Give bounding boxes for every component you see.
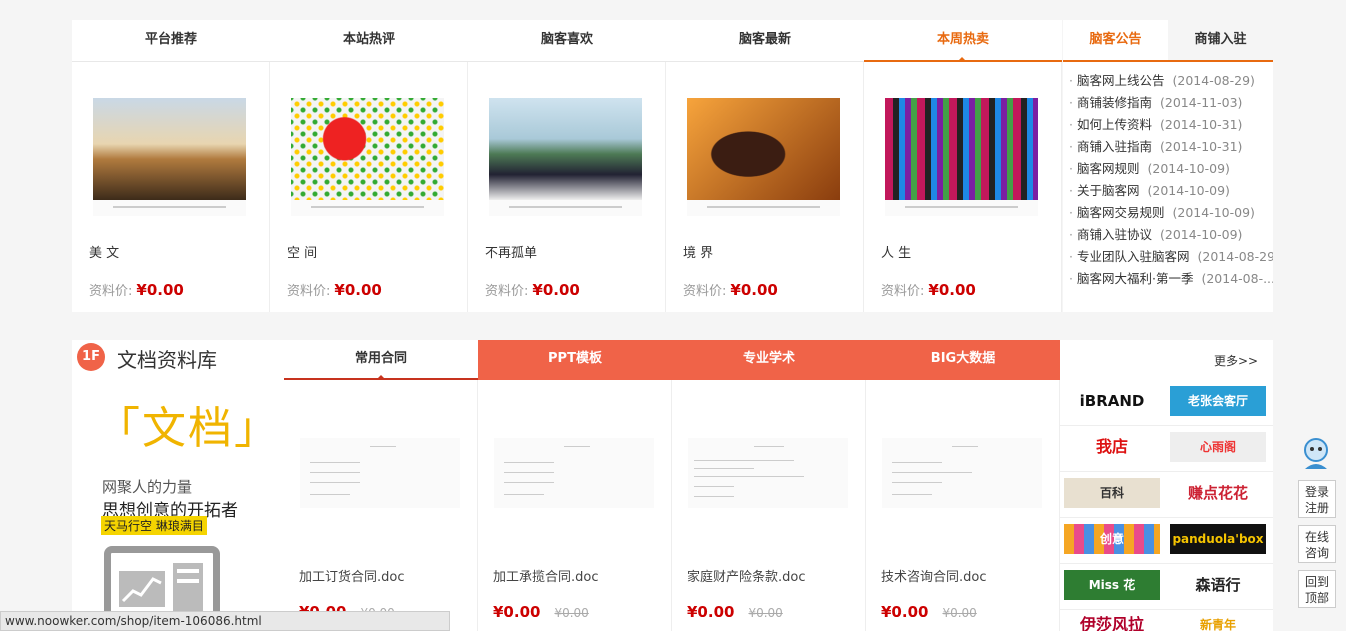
document-card[interactable]: 家庭财产险条款.doc ¥0.00 ¥0.00	[672, 380, 866, 631]
product-card[interactable]: 空 间 资料价: ¥0.00	[270, 62, 468, 312]
product-card[interactable]: 不再孤单 资料价: ¥0.00	[468, 62, 666, 312]
tab-user-likes[interactable]: 脑客喜欢	[468, 20, 666, 62]
document-card[interactable]: 加工订货合同.doc ¥0.00¥0.00	[284, 380, 478, 631]
tab-big-data[interactable]: BIG大数据	[866, 340, 1060, 380]
tab-announcements[interactable]: 脑客公告	[1063, 20, 1168, 60]
brand-logo[interactable]: 森语行	[1170, 570, 1266, 600]
login-register-button[interactable]: 登录 注册	[1298, 480, 1336, 518]
brand-logo[interactable]: Miss 花	[1064, 570, 1160, 600]
notice-list: · 脑客网上线公告 (2014-08-29) · 商铺装修指南 (2014-11-03)…	[1063, 62, 1273, 290]
browser-status-bar: www.noowker.com/shop/item-106086.html	[0, 611, 450, 631]
document-card[interactable]: 加工承揽合同.doc ¥0.00 ¥0.00	[478, 380, 672, 631]
document-price: ¥0.00¥0.00	[687, 603, 783, 621]
product-image[interactable]	[885, 98, 1038, 216]
promo-headline: 「文档」	[96, 403, 280, 454]
promo-line: 网聚人的力量	[102, 478, 193, 496]
notice-item[interactable]: · 如何上传资料 (2014-10-31)	[1069, 114, 1273, 136]
product-price: 资料价: ¥0.00	[287, 281, 382, 299]
product-image[interactable]	[291, 98, 444, 216]
document-thumbnail[interactable]	[688, 438, 848, 508]
tab-ppt-templates[interactable]: PPT模板	[478, 340, 672, 380]
floor-title: 文档资料库	[117, 348, 217, 372]
notice-item[interactable]: · 关于脑客网 (2014-10-09)	[1069, 180, 1273, 202]
document-card[interactable]: 技术咨询合同.doc ¥0.00 ¥0.00	[866, 380, 1060, 631]
promo-tagline: 天马行空 琳琅满目	[101, 516, 207, 535]
tab-shop-entry[interactable]: 商铺入驻	[1168, 20, 1273, 60]
notice-item[interactable]: · 脑客网规则 (2014-10-09)	[1069, 158, 1273, 180]
document-name[interactable]: 家庭财产险条款.doc	[687, 566, 806, 585]
tab-contracts[interactable]: 常用合同	[284, 340, 478, 380]
top-tab-bar: 平台推荐 本站热评 脑客喜欢 脑客最新 本周热卖	[72, 20, 1062, 62]
document-price: ¥0.00¥0.00	[881, 603, 977, 621]
more-link[interactable]: 更多>>	[1214, 352, 1258, 369]
document-thumbnail[interactable]	[300, 438, 460, 508]
brand-logo[interactable]: 伊莎风拉	[1064, 610, 1160, 631]
brand-logo[interactable]: 赚点花花	[1170, 478, 1266, 508]
notice-item[interactable]: · 脑客网交易规则 (2014-10-09)	[1069, 202, 1273, 224]
product-price: 资料价: ¥0.00	[881, 281, 976, 299]
product-card[interactable]: 境 界 资料价: ¥0.00	[666, 62, 864, 312]
brand-logo[interactable]: 我店	[1064, 432, 1160, 462]
product-name[interactable]: 人 生	[881, 242, 911, 261]
notice-panel: 脑客公告 商铺入驻 · 脑客网上线公告 (2014-08-29) · 商铺装修指南 (2…	[1063, 20, 1273, 312]
tab-newest[interactable]: 脑客最新	[666, 20, 864, 62]
notice-tabs: 脑客公告 商铺入驻	[1063, 20, 1273, 62]
product-name[interactable]: 空 间	[287, 242, 317, 261]
brand-logo[interactable]: 心雨阁	[1170, 432, 1266, 462]
product-image[interactable]	[93, 98, 246, 216]
document-name[interactable]: 加工承揽合同.doc	[493, 566, 599, 585]
tab-platform-recommend[interactable]: 平台推荐	[72, 20, 270, 62]
product-image[interactable]	[489, 98, 642, 216]
tab-hot-reviews[interactable]: 本站热评	[270, 20, 468, 62]
floor-tabs: 常用合同 PPT模板 专业学术 BIG大数据	[284, 340, 1060, 380]
document-thumbnail[interactable]	[882, 438, 1042, 508]
brand-logo[interactable]: 新青年	[1170, 610, 1266, 631]
product-list: 美 文 资料价: ¥0.00 空 间 资料价: ¥0.00 不再孤单 资料价: ¥0.…	[72, 62, 1062, 312]
floor-badge: 1F	[77, 343, 105, 371]
product-card[interactable]: 美 文 资料价: ¥0.00	[72, 62, 270, 312]
mascot-avatar-icon[interactable]	[1297, 435, 1335, 473]
product-price: 资料价: ¥0.00	[683, 281, 778, 299]
document-thumbnail[interactable]	[494, 438, 654, 508]
notice-item[interactable]: · 脑客网大福利·第一季 (2014-08-...	[1069, 268, 1273, 290]
brand-logo-grid: iBRAND 老张会客厅 我店 心雨阁 百科 赚点花花 创意 panduola'…	[1060, 380, 1273, 631]
notice-item[interactable]: · 商铺装修指南 (2014-11-03)	[1069, 92, 1273, 114]
brand-logo[interactable]: 百科	[1064, 478, 1160, 508]
product-price: 资料价: ¥0.00	[89, 281, 184, 299]
notice-item[interactable]: · 商铺入驻协议 (2014-10-09)	[1069, 224, 1273, 246]
tab-weekly-hot[interactable]: 本周热卖	[864, 20, 1062, 62]
brand-logo[interactable]: iBRAND	[1064, 386, 1160, 416]
product-image[interactable]	[687, 98, 840, 216]
brand-logo[interactable]: 创意	[1064, 524, 1160, 554]
notice-item[interactable]: · 专业团队入驻脑客网 (2014-08-29)	[1069, 246, 1273, 268]
brand-logo[interactable]: panduola'box	[1170, 524, 1266, 554]
brand-logo[interactable]: 老张会客厅	[1170, 386, 1266, 416]
document-name[interactable]: 技术咨询合同.doc	[881, 566, 987, 585]
tab-academic[interactable]: 专业学术	[672, 340, 866, 380]
document-list: 加工订货合同.doc ¥0.00¥0.00 加工承揽合同.doc ¥0.00¥0…	[284, 380, 1060, 631]
product-name[interactable]: 美 文	[89, 242, 119, 261]
product-name[interactable]: 不再孤单	[485, 242, 537, 261]
notice-item[interactable]: · 商铺入驻指南 (2014-10-31)	[1069, 136, 1273, 158]
notice-item[interactable]: · 脑客网上线公告 (2014-08-29)	[1069, 70, 1273, 92]
back-to-top-button[interactable]: 回到 顶部	[1298, 570, 1336, 608]
product-card[interactable]: 人 生 资料价: ¥0.00	[864, 62, 1062, 312]
document-name[interactable]: 加工订货合同.doc	[299, 566, 405, 585]
product-name[interactable]: 境 界	[683, 242, 713, 261]
product-price: 资料价: ¥0.00	[485, 281, 580, 299]
online-consult-button[interactable]: 在线 咨询	[1298, 525, 1336, 563]
document-price: ¥0.00¥0.00	[493, 603, 589, 621]
